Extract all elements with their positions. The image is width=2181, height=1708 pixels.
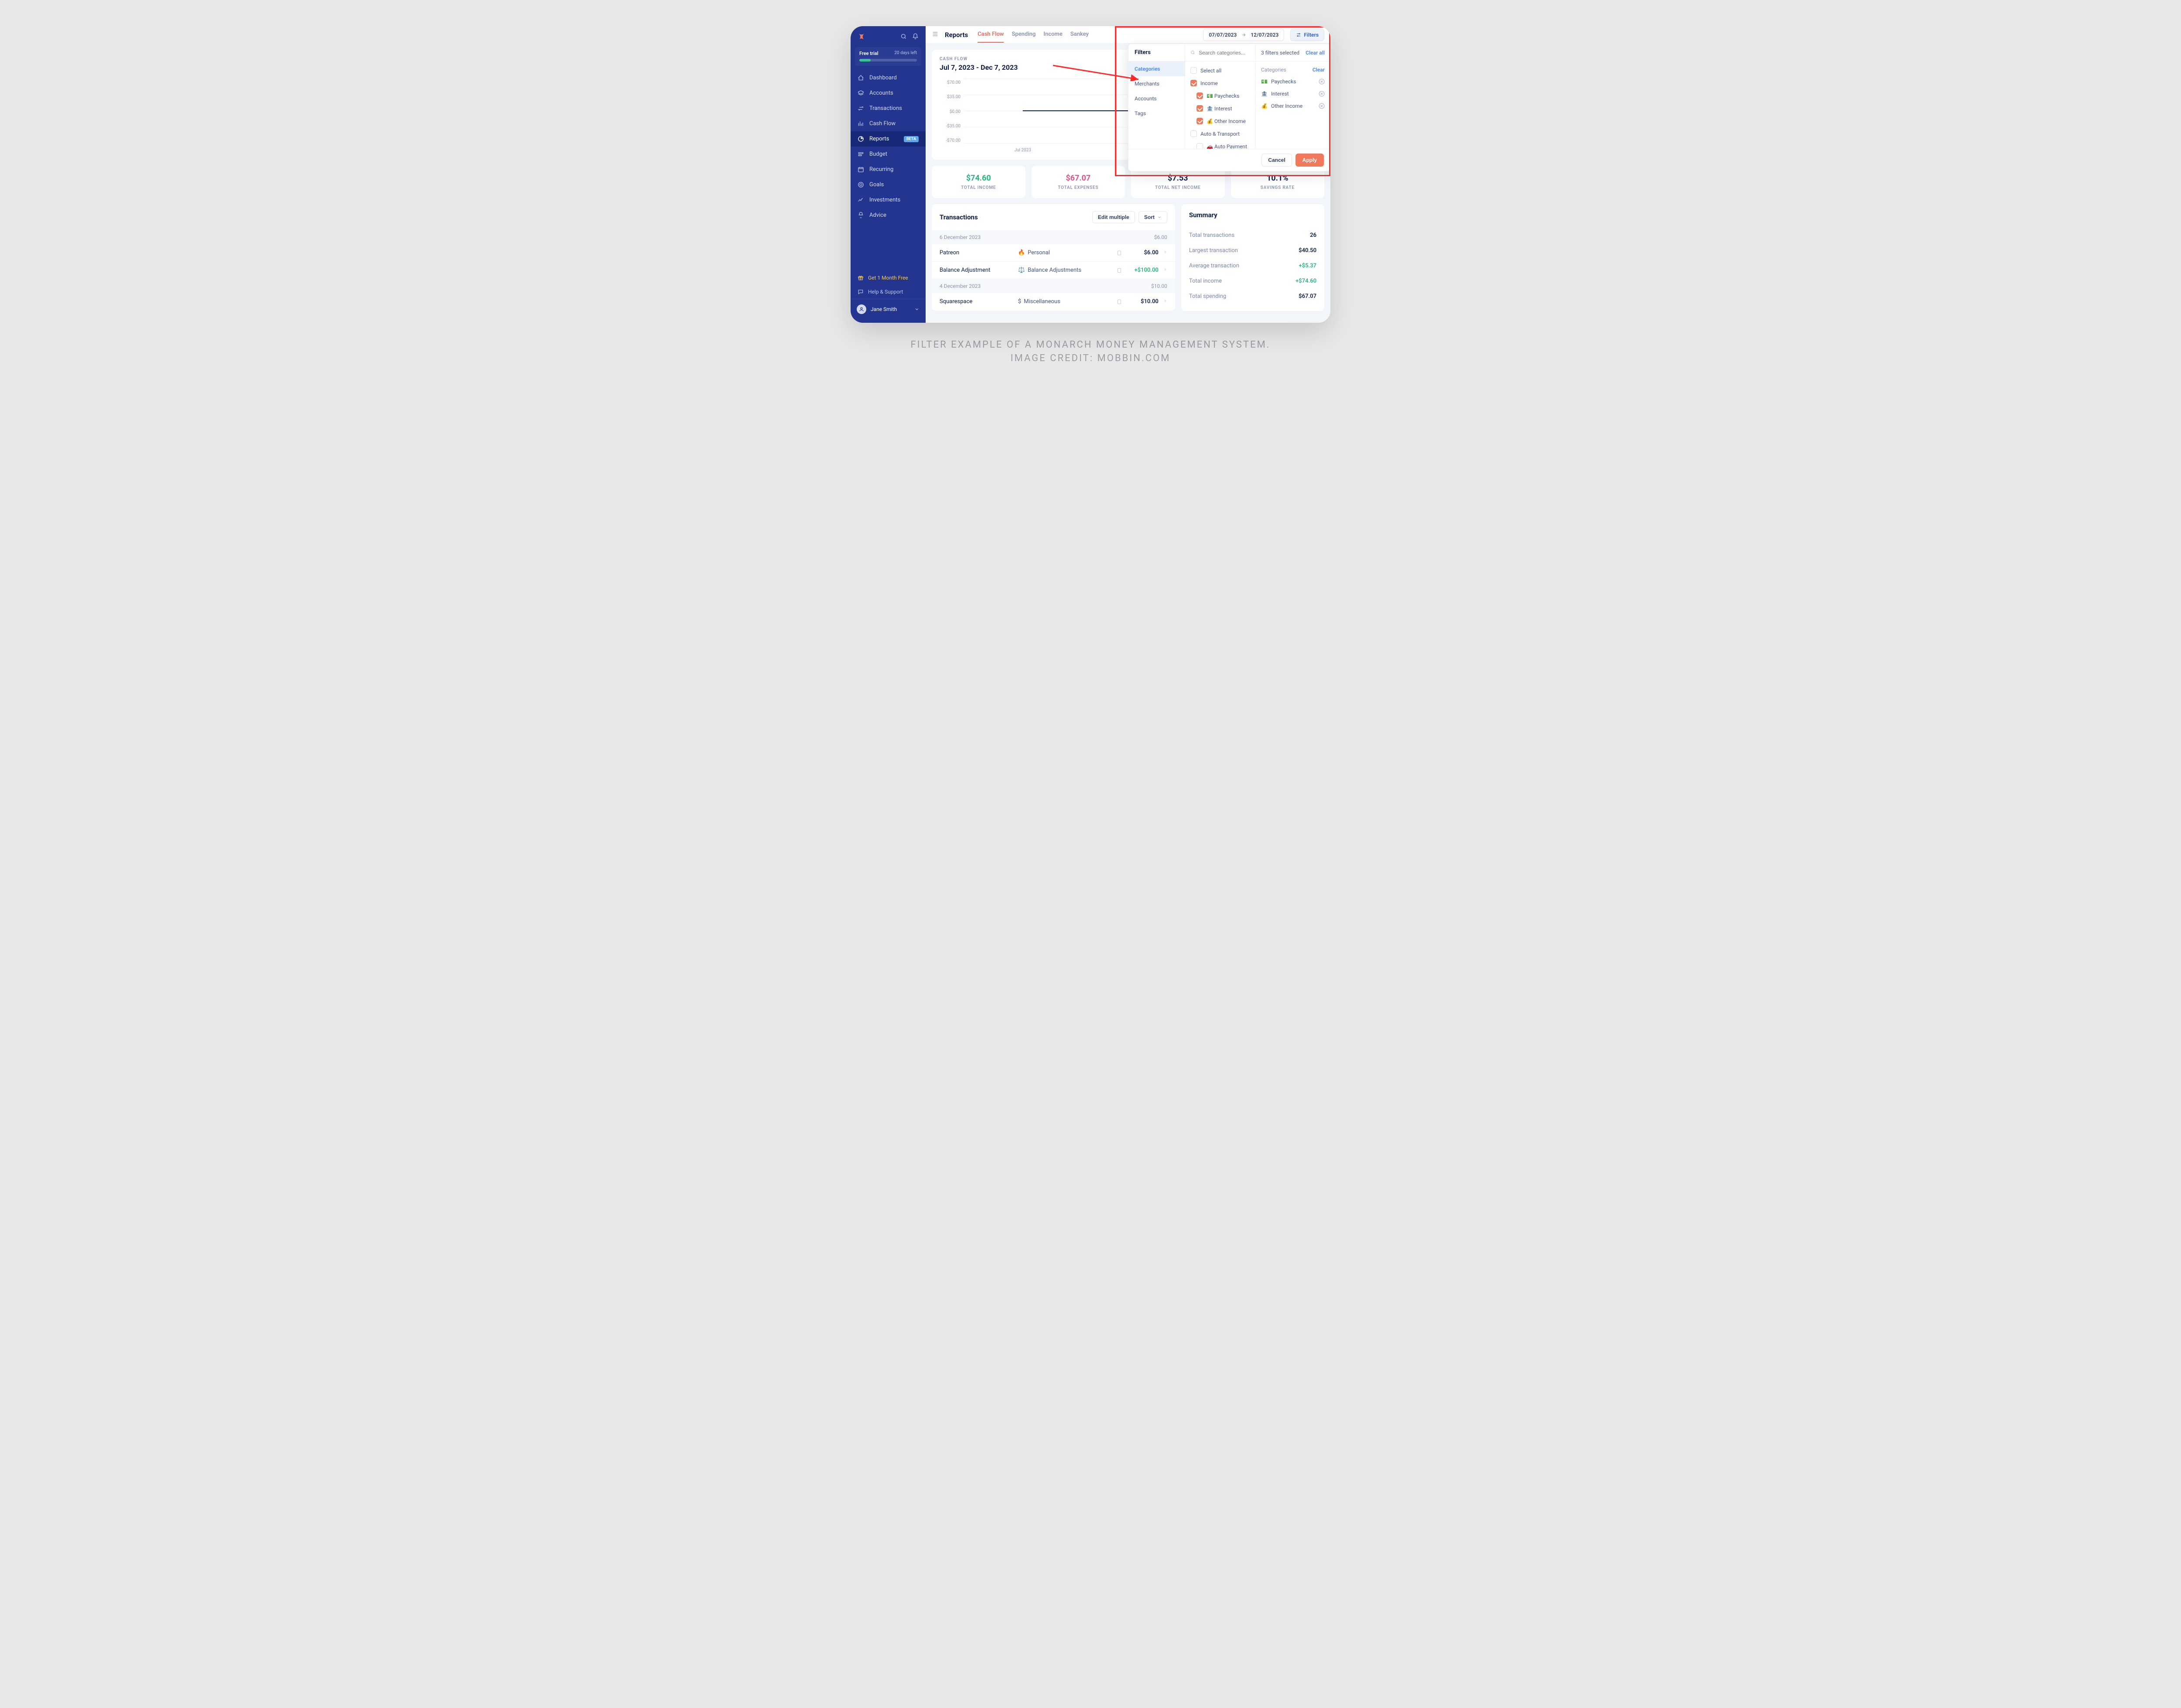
filter-option[interactable]: 💰 Other Income	[1185, 115, 1255, 127]
topbar: Reports Cash Flow Spending Income Sankey 07…	[926, 26, 1330, 44]
chat-icon	[858, 289, 864, 295]
app-logo-icon	[858, 32, 865, 40]
menu-button[interactable]	[932, 31, 939, 39]
filter-tab-accounts[interactable]: Accounts	[1128, 91, 1185, 106]
bell-icon[interactable]	[912, 33, 919, 40]
filter-option[interactable]: 🏦 Interest	[1185, 102, 1255, 115]
tab-spending[interactable]: Spending	[1012, 27, 1036, 43]
transactions-icon	[858, 105, 864, 112]
tx-date-header: 6 December 2023$6.00	[932, 230, 1175, 244]
help-link[interactable]: Help & Support	[851, 285, 926, 299]
transaction-row[interactable]: Patreon 🔥 Personal $6.00	[932, 244, 1175, 262]
chevron-down-icon	[914, 307, 920, 312]
recurring-icon	[858, 166, 864, 173]
reports-icon	[858, 136, 864, 142]
edit-multiple-button[interactable]: Edit multiple	[1092, 211, 1135, 223]
sidebar-item-goals[interactable]: Goals	[851, 177, 926, 192]
filter-option[interactable]: Auto & Transport	[1185, 127, 1255, 140]
sort-button[interactable]: Sort	[1138, 211, 1167, 223]
receipt-icon	[1117, 268, 1122, 273]
remove-chip-icon[interactable]	[1319, 79, 1325, 85]
gift-icon	[858, 275, 864, 281]
transaction-row[interactable]: Squarespace $ Miscellaneous $10.00	[932, 293, 1175, 311]
tab-income[interactable]: Income	[1043, 27, 1062, 43]
cancel-button[interactable]: Cancel	[1261, 154, 1292, 167]
promo-link[interactable]: Get 1 Month Free	[851, 271, 926, 285]
stat-card: $74.60TOTAL INCOME	[932, 166, 1026, 198]
accounts-icon	[858, 90, 864, 96]
summary-row: Average transaction+$5.37	[1189, 258, 1316, 273]
filter-tab-tags[interactable]: Tags	[1128, 106, 1185, 121]
sidebar-item-cashflow[interactable]: Cash Flow	[851, 116, 926, 131]
sidebar: Free trial 20 days left DashboardAccount…	[851, 26, 926, 323]
chosen-filter-chip: 💵Paychecks	[1256, 75, 1330, 88]
filters-panel: Filters 3 filters selected Clear all Cat…	[1128, 44, 1330, 171]
investments-icon	[858, 197, 864, 203]
summary-row: Total spending$67.07	[1189, 289, 1316, 304]
sidebar-item-dashboard[interactable]: Dashboard	[851, 70, 926, 85]
budget-icon	[858, 151, 864, 157]
arrow-right-icon	[1241, 32, 1246, 38]
chevron-right-icon	[1163, 299, 1167, 303]
dashboard-icon	[858, 75, 864, 81]
summary-row: Largest transaction$40.50	[1189, 243, 1316, 258]
advice-icon	[858, 212, 864, 219]
transactions-card: Transactions Edit multiple Sort 6 Decemb…	[932, 204, 1175, 311]
summary-row: Total income+$74.60	[1189, 273, 1316, 289]
filter-option[interactable]: 🚗 Auto Payment	[1185, 140, 1255, 149]
remove-chip-icon[interactable]	[1319, 103, 1325, 109]
chevron-right-icon	[1163, 250, 1167, 254]
sliders-icon	[1296, 32, 1301, 38]
user-menu[interactable]: Jane Smith	[851, 299, 926, 319]
search-icon[interactable]	[900, 33, 907, 40]
tx-date-header: 4 December 2023$10.00	[932, 279, 1175, 293]
chevron-right-icon	[1163, 267, 1167, 272]
filters-count: 3 filters selected	[1261, 50, 1299, 56]
sidebar-item-budget[interactable]: Budget	[851, 147, 926, 162]
chosen-filter-chip: 💰Other Income	[1256, 100, 1330, 112]
page-title: Reports	[945, 31, 968, 39]
chevron-down-icon	[1157, 215, 1162, 219]
clear-chosen-link[interactable]: Clear	[1313, 67, 1325, 73]
sidebar-item-transactions[interactable]: Transactions	[851, 101, 926, 116]
summary-row: Total transactions26	[1189, 228, 1316, 243]
sidebar-item-investments[interactable]: Investments	[851, 192, 926, 208]
summary-card: Summary Total transactions26Largest tran…	[1181, 204, 1324, 311]
sidebar-item-accounts[interactable]: Accounts	[851, 85, 926, 101]
trial-status: Free trial 20 days left	[855, 47, 921, 66]
filters-panel-title: Filters	[1128, 44, 1185, 61]
avatar-icon	[857, 304, 866, 314]
filters-button[interactable]: Filters	[1290, 29, 1324, 41]
app-window: Free trial 20 days left DashboardAccount…	[851, 26, 1330, 323]
filter-option[interactable]: Income	[1185, 77, 1255, 89]
search-icon	[1190, 50, 1195, 55]
sidebar-item-reports[interactable]: ReportsBETA	[851, 131, 926, 147]
goals-icon	[858, 181, 864, 188]
annotation-arrow	[1051, 64, 1142, 81]
select-all-option[interactable]: Select all	[1185, 64, 1255, 77]
stat-card: $67.07TOTAL EXPENSES	[1032, 166, 1125, 198]
tab-cash-flow[interactable]: Cash Flow	[978, 27, 1004, 43]
receipt-icon	[1117, 299, 1122, 304]
cashflow-icon	[858, 120, 864, 127]
sidebar-item-advice[interactable]: Advice	[851, 208, 926, 223]
apply-button[interactable]: Apply	[1296, 154, 1324, 167]
sidebar-item-recurring[interactable]: Recurring	[851, 162, 926, 177]
tab-sankey[interactable]: Sankey	[1070, 27, 1089, 43]
transaction-row[interactable]: Balance Adjustment ⚖️ Balance Adjustment…	[932, 262, 1175, 279]
filter-search[interactable]	[1185, 44, 1256, 61]
remove-chip-icon[interactable]	[1319, 91, 1325, 97]
chosen-filter-chip: 🏦Interest	[1256, 88, 1330, 100]
date-range-picker[interactable]: 07/07/2023 12/07/2023	[1203, 29, 1284, 41]
figure-caption: FILTER EXAMPLE OF A MONARCH MONEY MANAGE…	[851, 338, 1330, 366]
receipt-icon	[1117, 250, 1122, 256]
filter-option[interactable]: 💵 Paychecks	[1185, 89, 1255, 102]
clear-all-link[interactable]: Clear all	[1306, 50, 1325, 56]
